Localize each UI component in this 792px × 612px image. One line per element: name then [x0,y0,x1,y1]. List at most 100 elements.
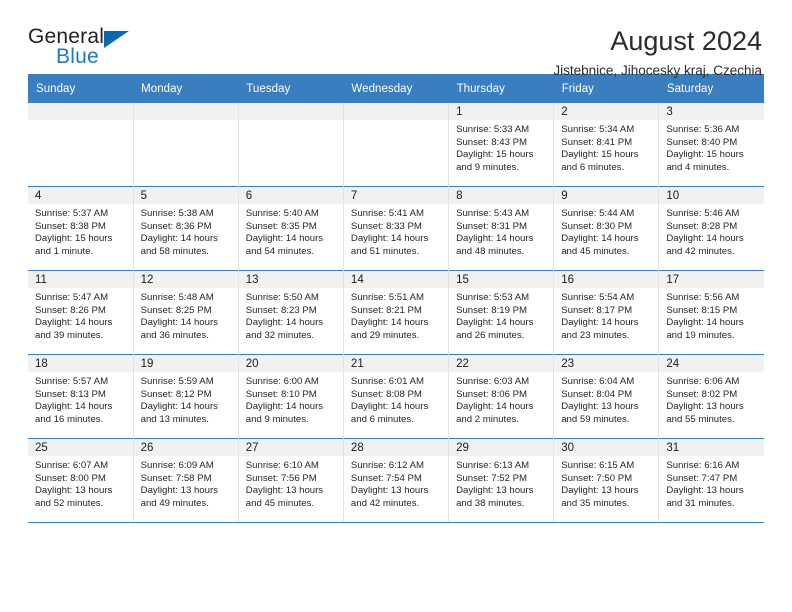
calendar-day-cell[interactable]: 11 Sunrise: 5:47 AM Sunset: 8:26 PM Dayligh… [28,270,134,355]
day-number: 31 [659,439,764,456]
day-number: 18 [28,355,133,372]
calendar-day-cell[interactable]: 5 Sunrise: 5:38 AM Sunset: 8:36 PM Daylight… [133,186,239,271]
calendar-day-cell[interactable]: 3 Sunrise: 5:36 AM Sunset: 8:40 PM Daylight… [658,103,764,187]
daylight-line-2: and 9 minutes. [245,413,309,425]
daylight-line-1: Daylight: 14 hours [666,233,744,245]
title-block: August 2024 Jistebnice, Jihocesky kraj, … [553,26,764,79]
calendar-day-cell[interactable]: 31 Sunrise: 6:16 AM Sunset: 7:47 PM Dayligh… [658,438,764,522]
calendar-day-cell[interactable]: 18 Sunrise: 5:57 AM Sunset: 8:13 PM Dayligh… [28,354,134,439]
daylight-line-2: and 58 minutes. [140,245,209,257]
sunrise-time: Sunrise: 6:09 AM [140,460,214,471]
calendar-bottom-rule [28,522,764,523]
day-number: 11 [28,271,133,288]
day-details: Sunrise: 5:53 AM Sunset: 8:19 PM Daylight:… [449,288,553,342]
sunrise-time: Sunrise: 5:36 AM [666,124,740,135]
calendar-day-cell[interactable]: 16 Sunrise: 5:54 AM Sunset: 8:17 PM Dayligh… [553,270,660,355]
calendar-day-cell[interactable]: 24 Sunrise: 6:06 AM Sunset: 8:02 PM Dayligh… [658,354,764,439]
calendar-day-cell[interactable]: 25 Sunrise: 6:07 AM Sunset: 8:00 PM Dayligh… [28,438,134,522]
logo-text-general: General [28,25,105,48]
day-number: 22 [449,355,554,372]
calendar-day-cell[interactable]: 21 Sunrise: 6:01 AM Sunset: 8:08 PM Dayligh… [343,354,450,439]
sunset-time: Sunset: 7:52 PM [456,472,527,484]
sunset-time: Sunset: 8:43 PM [456,136,527,148]
calendar-body: 1 Sunrise: 5:33 AM Sunset: 8:43 PM Daylight… [28,103,764,522]
day-details: Sunrise: 5:36 AM Sunset: 8:40 PM Daylight:… [659,120,764,174]
daylight-line-1: Daylight: 14 hours [350,233,429,245]
day-number: 10 [659,187,764,204]
calendar-day-cell[interactable]: 9 Sunrise: 5:44 AM Sunset: 8:30 PM Daylight… [553,186,660,271]
calendar-day-cell[interactable]: 28 Sunrise: 6:12 AM Sunset: 7:54 PM Dayligh… [343,438,450,522]
calendar-day-cell[interactable]: 17 Sunrise: 5:56 AM Sunset: 8:15 PM Dayligh… [658,270,764,355]
daylight-line-1: Daylight: 14 hours [561,317,639,329]
calendar-day-cell[interactable]: 4 Sunrise: 5:37 AM Sunset: 8:38 PM Daylight… [28,186,134,271]
day-details: Sunrise: 5:56 AM Sunset: 8:15 PM Daylight:… [659,288,764,342]
daylight-line-1: Daylight: 13 hours [35,485,113,497]
calendar-day-cell[interactable]: 12 Sunrise: 5:48 AM Sunset: 8:25 PM Dayligh… [133,270,239,355]
sunrise-time: Sunrise: 5:37 AM [35,208,109,219]
daylight-line-1: Daylight: 15 hours [561,149,639,161]
day-number: 5 [133,187,238,204]
sunset-time: Sunset: 8:35 PM [245,220,317,232]
calendar-day-cell[interactable]: 10 Sunrise: 5:46 AM Sunset: 8:28 PM Dayligh… [658,186,764,271]
daylight-line-1: Daylight: 14 hours [561,233,639,245]
day-details: Sunrise: 6:07 AM Sunset: 8:00 PM Daylight:… [28,456,133,510]
calendar-day-cell[interactable]: 29 Sunrise: 6:13 AM Sunset: 7:52 PM Dayligh… [448,438,555,522]
daylight-line-2: and 32 minutes. [245,329,315,341]
calendar-day-cell[interactable]: 14 Sunrise: 5:51 AM Sunset: 8:21 PM Dayligh… [343,270,450,355]
sunset-time: Sunset: 8:21 PM [350,304,422,316]
daylight-line-1: Daylight: 14 hours [456,317,534,329]
sunrise-time: Sunrise: 5:47 AM [35,292,109,303]
day-details: Sunrise: 5:44 AM Sunset: 8:30 PM Daylight:… [554,204,658,258]
calendar-day-cell[interactable]: 2 Sunrise: 5:34 AM Sunset: 8:41 PM Daylight… [553,103,660,187]
sunrise-time: Sunrise: 5:46 AM [666,208,740,219]
calendar-day-cell[interactable]: 6 Sunrise: 5:40 AM Sunset: 8:35 PM Daylight… [238,186,344,271]
sunset-time: Sunset: 8:33 PM [350,220,422,232]
sunset-time: Sunset: 7:47 PM [666,472,738,484]
sunset-time: Sunset: 8:28 PM [666,220,738,232]
daylight-line-2: and 48 minutes. [456,245,525,257]
day-number [238,103,343,120]
day-number: 15 [449,271,554,288]
sunset-time: Sunset: 8:36 PM [140,220,212,232]
day-details: Sunrise: 5:34 AM Sunset: 8:41 PM Daylight:… [554,120,658,174]
daylight-line-1: Daylight: 14 hours [245,401,324,413]
sunset-time: Sunset: 8:26 PM [35,304,106,316]
calendar-day-cell[interactable]: 20 Sunrise: 6:00 AM Sunset: 8:10 PM Dayligh… [238,354,344,439]
sunset-time: Sunset: 8:13 PM [35,388,106,400]
daylight-line-2: and 45 minutes. [561,245,630,257]
day-number: 12 [133,271,238,288]
sunset-time: Sunset: 7:50 PM [561,472,633,484]
calendar-day-cell[interactable]: 15 Sunrise: 5:53 AM Sunset: 8:19 PM Dayligh… [448,270,555,355]
sunrise-time: Sunrise: 5:40 AM [245,208,319,219]
page-header: General Blue August 2024 Jistebnice, Jih… [28,0,764,78]
calendar-day-cell[interactable]: 13 Sunrise: 5:50 AM Sunset: 8:23 PM Dayligh… [238,270,344,355]
calendar-day-cell[interactable]: 19 Sunrise: 5:59 AM Sunset: 8:12 PM Dayligh… [133,354,239,439]
general-blue-logo[interactable]: General Blue [28,26,148,74]
sunrise-time: Sunrise: 6:04 AM [561,376,635,387]
sunset-time: Sunset: 7:54 PM [350,472,422,484]
daylight-line-1: Daylight: 15 hours [456,149,534,161]
day-details: Sunrise: 5:47 AM Sunset: 8:26 PM Daylight:… [28,288,133,342]
calendar-day-cell[interactable]: 7 Sunrise: 5:41 AM Sunset: 8:33 PM Daylight… [343,186,450,271]
calendar-day-cell[interactable]: 27 Sunrise: 6:10 AM Sunset: 7:56 PM Dayligh… [238,438,344,522]
logo-triangle-icon [104,31,129,48]
calendar-day-cell[interactable]: 30 Sunrise: 6:15 AM Sunset: 7:50 PM Dayligh… [553,438,660,522]
daylight-line-1: Daylight: 13 hours [666,401,744,413]
sunrise-time: Sunrise: 6:01 AM [350,376,424,387]
daylight-line-1: Daylight: 14 hours [350,317,429,329]
day-details: Sunrise: 6:15 AM Sunset: 7:50 PM Daylight:… [554,456,658,510]
sunrise-sunset-calendar: Sunday Monday Tuesday Wednesday Thursday Frid… [28,74,764,522]
calendar-day-cell[interactable]: 23 Sunrise: 6:04 AM Sunset: 8:04 PM Dayligh… [553,354,660,439]
daylight-line-2: and 54 minutes. [245,245,315,257]
calendar-day-cell[interactable]: 8 Sunrise: 5:43 AM Sunset: 8:31 PM Daylight… [448,186,555,271]
sunset-time: Sunset: 8:41 PM [561,136,633,148]
calendar-day-cell[interactable]: 26 Sunrise: 6:09 AM Sunset: 7:58 PM Dayligh… [133,438,239,522]
day-details: Sunrise: 6:06 AM Sunset: 8:02 PM Daylight:… [659,372,764,426]
calendar-day-cell[interactable]: 22 Sunrise: 6:03 AM Sunset: 8:06 PM Dayligh… [448,354,555,439]
day-number: 19 [133,355,238,372]
calendar-day-cell[interactable]: 1 Sunrise: 5:33 AM Sunset: 8:43 PM Daylight… [448,103,555,187]
daylight-line-1: Daylight: 14 hours [35,317,113,329]
day-number [28,103,133,120]
sunrise-time: Sunrise: 6:00 AM [245,376,319,387]
day-details: Sunrise: 5:43 AM Sunset: 8:31 PM Daylight:… [449,204,553,258]
